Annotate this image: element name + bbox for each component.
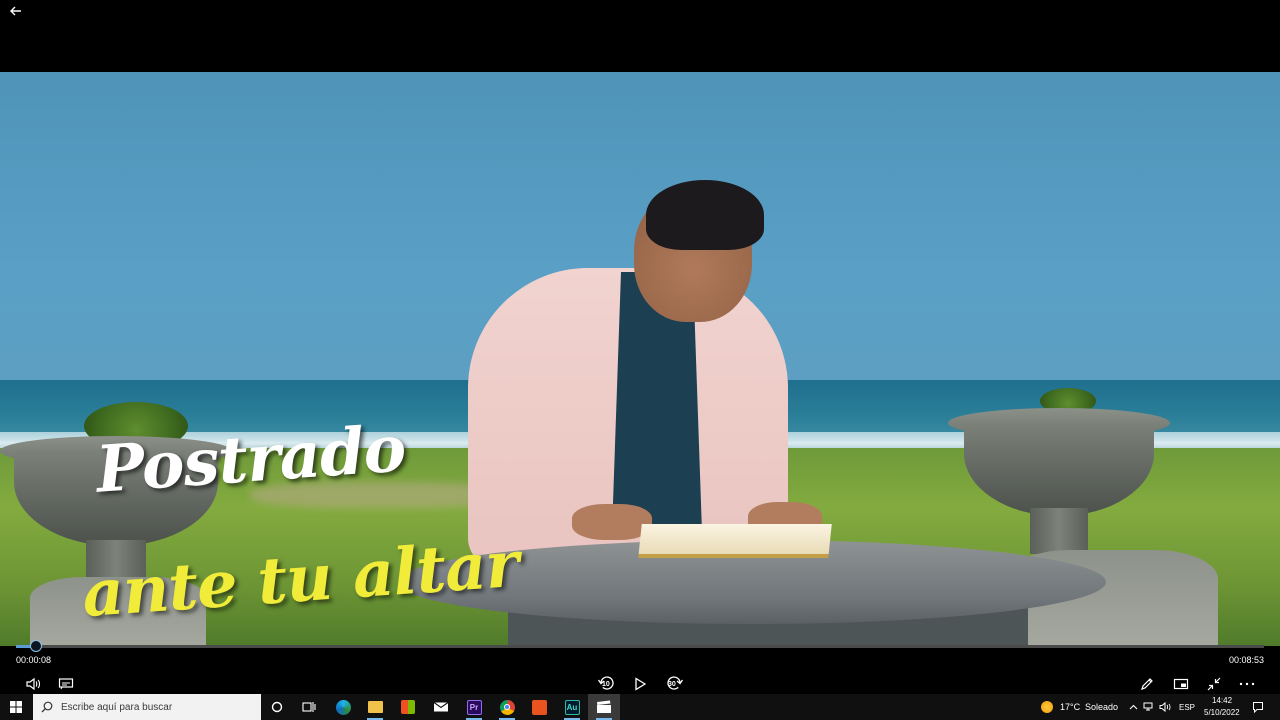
current-time: 00:00:08 bbox=[16, 655, 52, 665]
windows-icon bbox=[10, 701, 22, 713]
arrow-left-icon bbox=[10, 6, 21, 16]
task-view-icon bbox=[302, 702, 316, 712]
folder-icon bbox=[367, 701, 383, 713]
more-icon bbox=[1239, 682, 1255, 686]
movies-tv-button[interactable] bbox=[588, 694, 620, 720]
volume-tray-button[interactable] bbox=[1158, 694, 1172, 720]
show-hidden-icons-button[interactable] bbox=[1127, 694, 1139, 720]
subtitles-button[interactable] bbox=[55, 675, 77, 693]
file-explorer-button[interactable] bbox=[359, 694, 391, 720]
sun-icon bbox=[1041, 701, 1053, 713]
skip-back-label: 10 bbox=[602, 681, 610, 688]
premiere-icon: Pr bbox=[466, 699, 482, 715]
mini-view-button[interactable] bbox=[1170, 675, 1192, 693]
network-icon bbox=[1143, 702, 1153, 711]
store-button[interactable] bbox=[392, 694, 424, 720]
premiere-button[interactable]: Pr bbox=[458, 694, 490, 720]
clock-time[interactable]: 14:42 bbox=[1212, 696, 1232, 705]
mail-button[interactable] bbox=[425, 694, 457, 720]
start-button[interactable] bbox=[0, 694, 32, 720]
volume-button[interactable] bbox=[22, 675, 44, 693]
speaker-icon bbox=[1159, 702, 1171, 712]
audition-icon: Au bbox=[564, 699, 580, 715]
weather-condition[interactable]: Soleado bbox=[1085, 702, 1118, 712]
weather-temp[interactable]: 17°C bbox=[1060, 702, 1080, 712]
office-button[interactable] bbox=[523, 694, 555, 720]
open-book bbox=[638, 524, 832, 558]
edge-icon bbox=[335, 699, 351, 715]
clock-date[interactable]: 5/10/2022 bbox=[1204, 708, 1240, 717]
task-view-button[interactable] bbox=[293, 694, 325, 720]
play-button[interactable] bbox=[629, 675, 651, 693]
chevron-up-icon bbox=[1129, 704, 1137, 710]
skip-back-button[interactable]: 10 bbox=[595, 675, 619, 693]
volume-icon bbox=[26, 677, 41, 691]
notification-icon bbox=[1253, 702, 1263, 713]
skip-forward-button[interactable]: 30 bbox=[662, 675, 686, 693]
skip-forward-label: 30 bbox=[668, 681, 676, 688]
weather-button[interactable] bbox=[1038, 694, 1056, 720]
store-icon bbox=[401, 700, 415, 714]
mail-icon bbox=[433, 702, 449, 712]
cortana-button[interactable] bbox=[261, 694, 293, 720]
seek-thumb[interactable] bbox=[29, 640, 42, 652]
chrome-icon bbox=[499, 699, 515, 715]
top-bar bbox=[0, 0, 1280, 72]
exit-fullscreen-button[interactable] bbox=[1203, 675, 1225, 693]
network-button[interactable] bbox=[1142, 694, 1156, 720]
play-icon bbox=[635, 677, 646, 691]
video-frame[interactable]: Postrado ante tu altar bbox=[0, 72, 1280, 646]
more-options-button[interactable] bbox=[1236, 675, 1258, 693]
input-language[interactable]: ESP bbox=[1179, 703, 1195, 712]
taskbar-search-box[interactable]: Escribe aquí para buscar bbox=[33, 694, 261, 720]
office-icon bbox=[531, 699, 547, 715]
total-time: 00:08:53 bbox=[1228, 655, 1264, 665]
chrome-button[interactable] bbox=[491, 694, 523, 720]
taskbar: Escribe aquí para buscar Pr Au 17°C Sole… bbox=[0, 694, 1280, 720]
notifications-button[interactable] bbox=[1250, 694, 1266, 720]
search-placeholder: Escribe aquí para buscar bbox=[61, 701, 173, 713]
clapperboard-icon bbox=[597, 700, 611, 713]
edge-button[interactable] bbox=[327, 694, 359, 720]
cortana-icon bbox=[271, 701, 283, 713]
seek-bar[interactable] bbox=[16, 645, 1264, 648]
pencil-icon bbox=[1141, 678, 1153, 690]
subtitles-icon bbox=[58, 678, 74, 690]
edit-button[interactable] bbox=[1136, 675, 1158, 693]
audition-button[interactable]: Au bbox=[556, 694, 588, 720]
exit-fullscreen-icon bbox=[1207, 677, 1221, 691]
mini-view-icon bbox=[1173, 678, 1189, 690]
back-button[interactable] bbox=[6, 2, 26, 20]
search-icon bbox=[41, 701, 53, 713]
